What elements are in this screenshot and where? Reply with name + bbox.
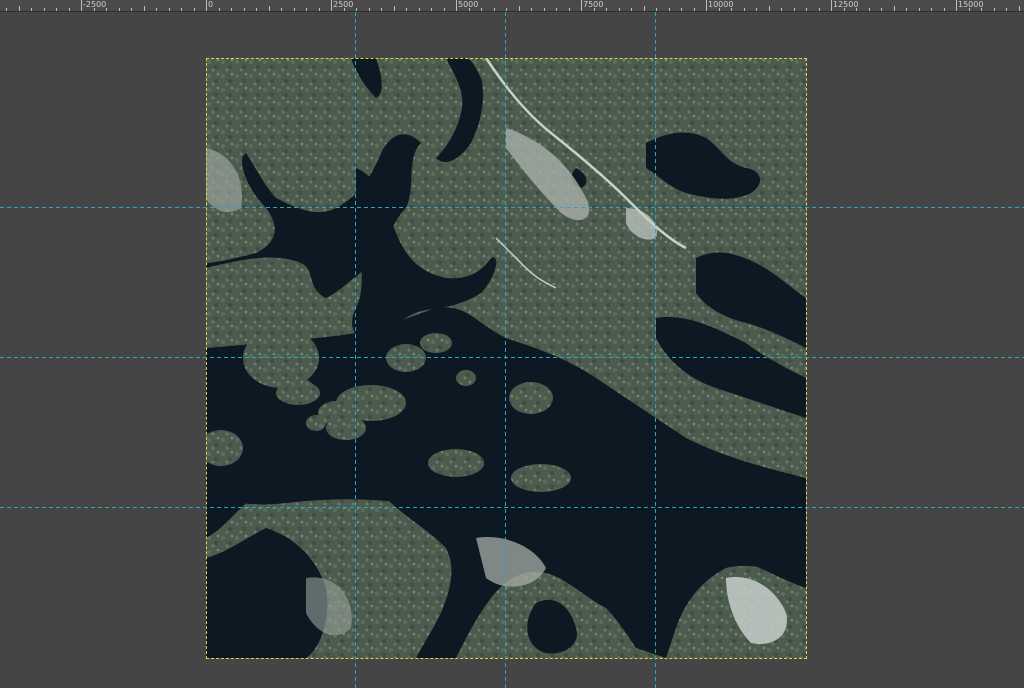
ruler-label: 0 bbox=[208, 0, 214, 9]
ruler-label: 15000 bbox=[958, 0, 984, 9]
ruler-label: 7500 bbox=[583, 0, 604, 9]
ruler-label: 12500 bbox=[833, 0, 859, 9]
ruler-label: 2500 bbox=[333, 0, 354, 9]
ruler-ticks bbox=[6, 0, 1020, 11]
horizontal-ruler[interactable]: -2500 0 2500 5000 7500 10000 12500 15000 bbox=[0, 0, 1024, 12]
aerial-map-icon bbox=[206, 58, 806, 658]
ruler-label: 10000 bbox=[708, 0, 734, 9]
ruler-label: -2500 bbox=[83, 0, 107, 9]
aerial-map-image[interactable] bbox=[206, 58, 806, 658]
ruler-label: 5000 bbox=[458, 0, 479, 9]
